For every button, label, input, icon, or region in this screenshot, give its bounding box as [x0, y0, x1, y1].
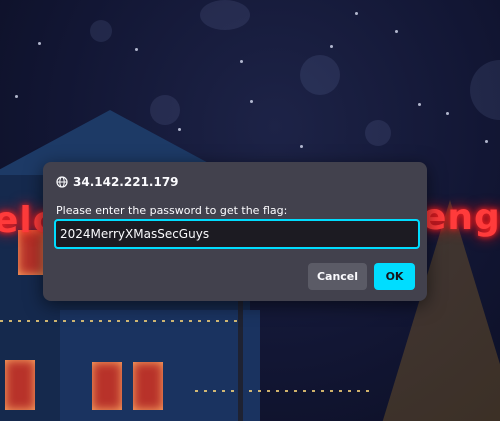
snowflake: [330, 45, 333, 48]
page-background: elc enge 34.142.221.179 Please enter the…: [0, 0, 500, 421]
globe-icon: [56, 176, 68, 188]
bokeh-light: [300, 55, 340, 95]
bokeh-light: [200, 0, 250, 30]
house-window: [133, 362, 163, 410]
string-lights: [195, 390, 375, 392]
snowflake: [395, 30, 398, 33]
snowflake: [250, 100, 253, 103]
snowflake: [446, 112, 449, 115]
dialog-host: 34.142.221.179: [73, 175, 179, 189]
snowflake: [355, 12, 358, 15]
snowflake: [38, 42, 41, 45]
snowflake: [300, 145, 303, 148]
bokeh-light: [365, 120, 391, 146]
snowflake: [485, 140, 488, 143]
bokeh-light: [470, 60, 500, 120]
password-prompt-dialog: 34.142.221.179 Please enter the password…: [43, 162, 427, 301]
snowflake: [135, 48, 138, 51]
snowflake: [418, 103, 421, 106]
lamp-pole: [238, 300, 243, 421]
bokeh-light: [90, 20, 112, 42]
ok-button[interactable]: OK: [374, 263, 415, 290]
snowflake: [15, 95, 18, 98]
neon-sign-right: enge: [422, 197, 500, 238]
snowflake: [240, 60, 243, 63]
house-window: [92, 362, 122, 410]
password-input[interactable]: [54, 219, 420, 249]
cancel-button[interactable]: Cancel: [308, 263, 367, 290]
string-lights: [0, 320, 240, 322]
house-window: [5, 360, 35, 410]
dialog-message: Please enter the password to get the fla…: [56, 204, 288, 217]
dialog-header: 34.142.221.179: [56, 175, 179, 189]
